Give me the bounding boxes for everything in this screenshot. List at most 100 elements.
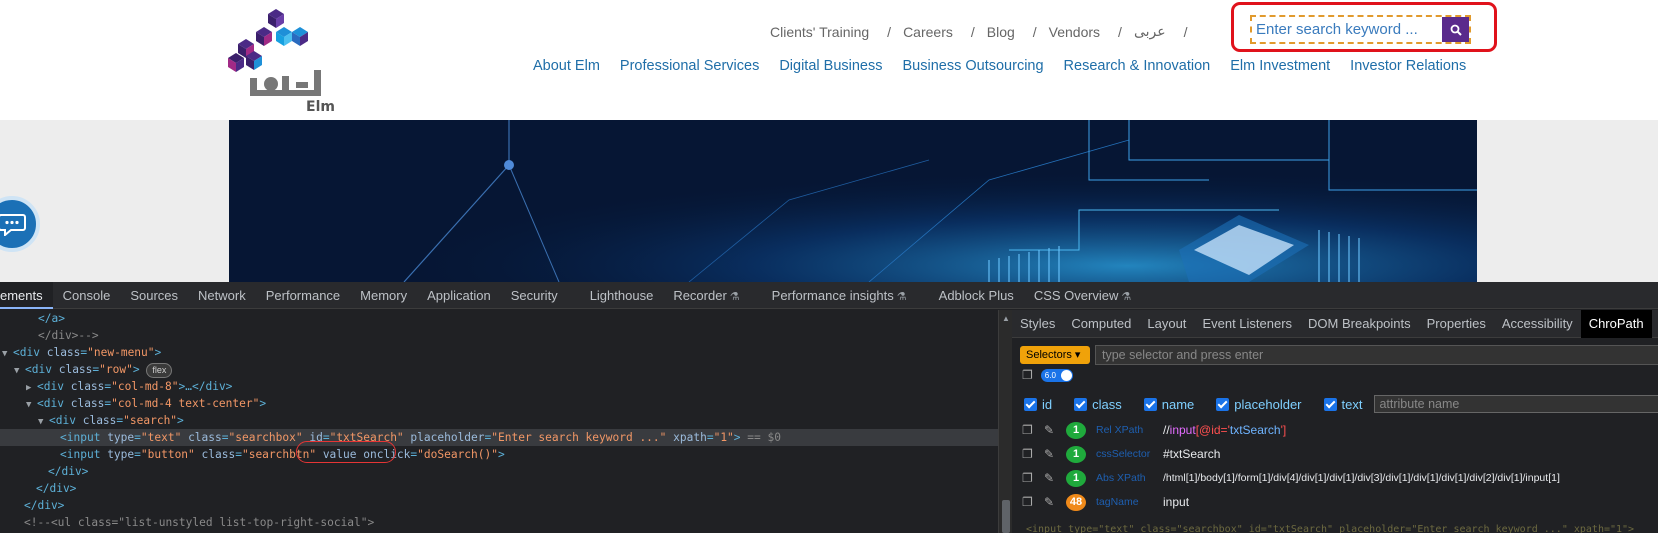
dom-tag: div [31,363,52,376]
side-tab-computed[interactable]: Computed [1063,310,1139,338]
edit-pencil-icon[interactable]: ✎ [1044,447,1066,461]
result-value[interactable]: input [1163,495,1189,509]
side-tab-dom-breakpoints[interactable]: DOM Breakpoints [1300,310,1419,338]
edit-pencil-icon[interactable]: ✎ [1044,495,1066,509]
side-pane: Styles Computed Layout Event Listeners D… [1012,309,1658,533]
dom-comment: <!--<ul class="list-unstyled list-top-ri… [24,516,375,529]
tab-lighthouse[interactable]: Lighthouse [580,282,664,309]
dom-line[interactable]: <!--<ul class="list-unstyled list-top-ri… [0,514,998,531]
version-toggle[interactable]: 6.0 [1040,368,1073,382]
edit-pencil-icon[interactable]: ✎ [1044,471,1066,485]
side-tab-event-listeners[interactable]: Event Listeners [1194,310,1300,338]
result-value[interactable]: /html[1]/body[1]/form[1]/div[4]/div[1]/d… [1163,472,1560,484]
nav-investor-relations[interactable]: Investor Relations [1350,58,1466,74]
checkbox-label: text [1341,396,1363,412]
side-tab-chropath[interactable]: ChroPath [1580,309,1652,338]
checkbox-id[interactable]: id [1024,397,1052,412]
top-link-blog[interactable]: Blog [987,24,1015,40]
tab-application[interactable]: Application [417,282,501,309]
tab-performance[interactable]: Performance [256,282,350,309]
nav-research-innovation[interactable]: Research & Innovation [1064,58,1211,74]
dom-line[interactable]: ▶ <div class="col-md-8">…</div> [0,378,998,395]
dom-line[interactable]: </div> [0,463,998,480]
search-input[interactable] [1252,17,1442,42]
top-link-clients-training[interactable]: Clients' Training [770,24,869,40]
result-value[interactable]: #txtSearch [1163,447,1220,461]
nav-professional-services[interactable]: Professional Services [620,58,759,74]
tab-performance-insights[interactable]: Performance insights ⚗ [762,282,929,309]
top-link-separator: / [970,23,975,40]
dom-attr: class [82,414,117,427]
top-link-arabic[interactable]: عربى [1134,23,1166,40]
selectors-dropdown[interactable]: Selectors ▾ [1020,346,1090,364]
copy-icon[interactable]: ❐ [1022,471,1044,485]
dom-line[interactable]: </div>--> [0,327,998,344]
scroll-up-arrow-icon[interactable]: ▲ [1002,314,1010,323]
result-value[interactable]: //input[@id='txtSearch'] [1163,423,1286,437]
nav-digital-business[interactable]: Digital Business [779,58,882,74]
top-link-separator: / [1032,23,1037,40]
dom-attr: xpath [673,431,707,444]
dom-attr: type [107,448,135,461]
dom-line[interactable]: </a> [0,310,998,327]
edit-pencil-icon[interactable]: ✎ [1044,423,1066,437]
result-label: Rel XPath [1096,424,1144,436]
checkbox-text[interactable]: text [1323,396,1363,412]
attribute-name-input[interactable]: attribute name [1374,395,1658,413]
checkbox-checked-icon [1024,397,1037,411]
dom-close: </div> [36,482,77,495]
tab-sources[interactable]: Sources [120,282,188,309]
tab-memory[interactable]: Memory [350,282,417,309]
tab-adblock-plus[interactable]: Adblock Plus [929,282,1024,309]
dom-comment: </div>--> [38,329,99,342]
result-row: ❐ ✎ 1 cssSelector #txtSearch [1022,444,1220,464]
side-tab-layout[interactable]: Layout [1139,310,1194,338]
top-link-vendors[interactable]: Vendors [1049,24,1100,40]
dom-line[interactable]: ▼ <div class="row"> flex [0,361,998,378]
checkbox-placeholder[interactable]: placeholder [1216,397,1302,412]
nav-about-elm[interactable]: About Elm [533,58,600,74]
dom-attr-value: "col-md-8" [111,380,179,393]
nav-elm-investment[interactable]: Elm Investment [1230,58,1330,74]
hero-banner-image [229,120,1477,282]
dom-line-selected[interactable]: <input type="text" class="searchbox" id=… [0,429,998,446]
copy-icon[interactable]: ❐ [1022,423,1044,437]
chat-support-button[interactable] [0,196,40,252]
side-tab-accessibility[interactable]: Accessibility [1494,310,1581,338]
dom-attr: type [107,431,135,444]
side-tab-styles[interactable]: Styles [1012,310,1063,338]
dom-attr: placeholder [410,431,485,444]
copy-icon[interactable]: ❐ [1022,447,1044,461]
checkbox-name[interactable]: name [1143,397,1194,412]
side-tab-properties[interactable]: Properties [1419,310,1494,338]
dom-line[interactable]: </div> [0,480,998,497]
dom-line[interactable]: ▼ <div class="col-md-4 text-center"> [0,395,998,412]
scroll-thumb[interactable] [1002,500,1010,533]
tab-css-overview[interactable]: CSS Overview ⚗ [1024,282,1141,309]
tab-elements[interactable]: ements [0,281,53,309]
top-links: Clients' Training / Careers / Blog / Ven… [770,23,1199,40]
top-link-careers[interactable]: Careers [903,24,953,40]
chevron-down-icon: ▾ [1074,349,1081,361]
tab-network[interactable]: Network [188,282,256,309]
copy-icon[interactable]: ❐ [1022,495,1044,509]
result-label: cssSelector [1096,448,1151,460]
nav-business-outsourcing[interactable]: Business Outsourcing [903,58,1044,74]
elements-scrollbar[interactable]: ▲ [998,310,1012,533]
dom-line[interactable]: <input type="button" class="searchbtn" v… [0,446,998,463]
elements-tree: </a> </div>--> ▼ <div class="new-menu"> ▼… [0,310,998,533]
side-tab-overflow[interactable]: Se [1652,310,1658,338]
flex-badge[interactable]: flex [146,363,173,378]
dom-line[interactable]: ▼ <div class="new-menu"> [0,344,998,361]
tab-security[interactable]: Security [501,282,580,309]
tab-recorder[interactable]: Recorder ⚗ [663,282,761,309]
checkbox-checked-icon [1216,397,1230,411]
dom-line[interactable]: </div> [0,497,998,514]
selector-input[interactable]: type selector and press enter [1095,345,1658,365]
dom-line[interactable]: ▼ <div class="search"> [0,412,998,429]
copy-icon[interactable]: ❐ [1022,368,1033,382]
checkbox-class[interactable]: class [1074,397,1122,412]
side-tab-bar: Styles Computed Layout Event Listeners D… [1012,309,1658,338]
tab-console[interactable]: Console [53,282,121,309]
search-button[interactable] [1442,17,1469,42]
